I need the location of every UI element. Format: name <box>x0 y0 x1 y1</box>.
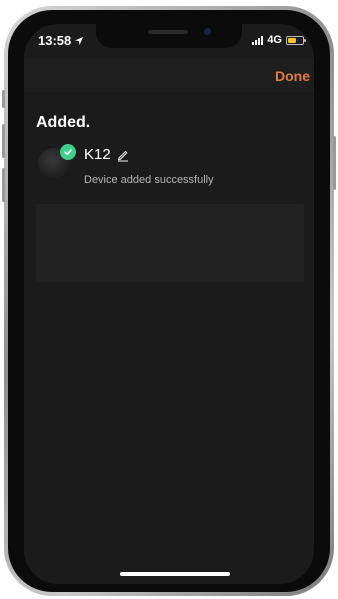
battery-level <box>288 37 296 43</box>
status-time: 13:58 <box>38 33 72 48</box>
status-indicators: 4G <box>252 34 306 46</box>
check-icon <box>64 149 72 156</box>
device-status-text: Device added successfully <box>84 174 214 186</box>
home-indicator[interactable] <box>120 572 230 576</box>
edit-pencil-icon[interactable] <box>116 148 130 162</box>
mute-switch <box>2 90 5 108</box>
battery-icon <box>286 35 306 45</box>
device-name: K12 <box>84 146 111 163</box>
location-arrow-icon <box>75 36 84 45</box>
notch <box>96 24 242 48</box>
signal-icon <box>252 35 264 45</box>
front-camera <box>204 28 211 35</box>
volume-up-button <box>2 124 5 158</box>
device-item: K12 Device added successfully <box>36 142 302 192</box>
volume-down-button <box>2 168 5 202</box>
navigation-bar: Done <box>24 58 314 92</box>
page-title: Added. <box>36 114 91 131</box>
status-time-group: 13:58 <box>38 33 84 48</box>
power-button <box>333 136 336 190</box>
app-screen: 13:58 4G Done Added. K12 Device added su… <box>24 24 314 584</box>
done-button[interactable]: Done <box>275 68 310 84</box>
earpiece-speaker <box>148 30 188 34</box>
success-badge <box>60 144 76 160</box>
network-type: 4G <box>267 34 282 46</box>
content-panel <box>36 204 304 282</box>
